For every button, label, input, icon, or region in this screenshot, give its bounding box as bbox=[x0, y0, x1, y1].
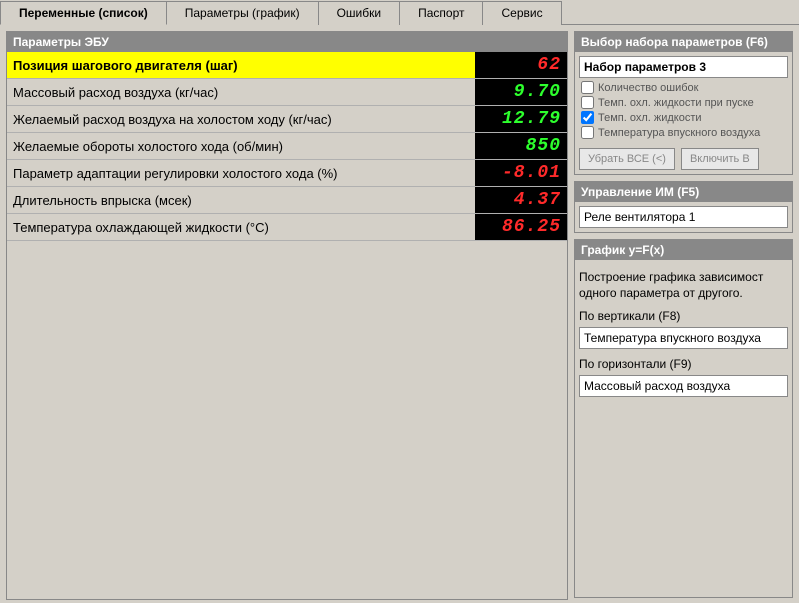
checkbox[interactable] bbox=[581, 81, 594, 94]
param-label: Параметр адаптации регулировки холостого… bbox=[7, 160, 475, 186]
param-label: Массовый расход воздуха (кг/час) bbox=[7, 79, 475, 105]
remove-all-button[interactable]: Убрать ВСЕ (<) bbox=[579, 148, 675, 170]
graph-title: График y=F(x) bbox=[575, 240, 792, 260]
param-set-title: Выбор набора параметров (F6) bbox=[575, 32, 792, 52]
im-control-panel: Управление ИМ (F5) Реле вентилятора 1 bbox=[574, 181, 793, 233]
main-body: Параметры ЭБУ Позиция шагового двигателя… bbox=[0, 25, 799, 603]
tab-parameters-graph[interactable]: Параметры (график) bbox=[166, 1, 319, 25]
param-value: 9.70 bbox=[475, 79, 567, 105]
param-row[interactable]: Желаемый расход воздуха на холостом ходу… bbox=[7, 106, 567, 133]
horizontal-axis-label: По горизонтали (F9) bbox=[579, 357, 788, 371]
param-row[interactable]: Желаемые обороты холостого хода (об/мин)… bbox=[7, 133, 567, 160]
param-value: 86.25 bbox=[475, 214, 567, 240]
param-value: 4.37 bbox=[475, 187, 567, 213]
param-label: Позиция шагового двигателя (шаг) bbox=[7, 52, 475, 78]
im-control-title: Управление ИМ (F5) bbox=[575, 182, 792, 202]
tab-passport[interactable]: Паспорт bbox=[399, 1, 483, 25]
horizontal-axis-dropdown[interactable]: Массовый расход воздуха bbox=[579, 375, 788, 397]
param-value: -8.01 bbox=[475, 160, 567, 186]
app-window: Переменные (список) Параметры (график) О… bbox=[0, 0, 799, 603]
param-check-item[interactable]: Темп. охл. жидкости bbox=[579, 110, 788, 125]
ecu-params-panel: Параметры ЭБУ Позиция шагового двигателя… bbox=[6, 31, 568, 600]
check-label: Темп. охл. жидкости при пуске bbox=[598, 97, 754, 109]
ecu-params-list: Позиция шагового двигателя (шаг)62Массов… bbox=[7, 52, 567, 599]
param-row[interactable]: Массовый расход воздуха (кг/час)9.70 bbox=[7, 79, 567, 106]
param-set-dropdown[interactable]: Набор параметров 3 bbox=[579, 56, 788, 78]
tab-variables-list[interactable]: Переменные (список) bbox=[0, 1, 167, 25]
ecu-params-title: Параметры ЭБУ bbox=[7, 32, 567, 52]
param-value: 850 bbox=[475, 133, 567, 159]
im-control-dropdown[interactable]: Реле вентилятора 1 bbox=[579, 206, 788, 228]
vertical-axis-label: По вертикали (F8) bbox=[579, 309, 788, 323]
param-row[interactable]: Параметр адаптации регулировки холостого… bbox=[7, 160, 567, 187]
tab-service[interactable]: Сервис bbox=[482, 1, 561, 25]
param-check-item[interactable]: Темп. охл. жидкости при пуске bbox=[579, 95, 788, 110]
vertical-axis-dropdown[interactable]: Температура впускного воздуха bbox=[579, 327, 788, 349]
tab-bar: Переменные (список) Параметры (график) О… bbox=[0, 0, 799, 25]
include-button[interactable]: Включить В bbox=[681, 148, 759, 170]
check-label: Темп. охл. жидкости bbox=[598, 112, 702, 124]
param-check-list: Количество ошибок Темп. охл. жидкости при… bbox=[579, 78, 788, 142]
graph-description: Построение графика зависимост одного пар… bbox=[579, 270, 788, 301]
param-label: Желаемый расход воздуха на холостом ходу… bbox=[7, 106, 475, 132]
graph-panel: График y=F(x) Построение графика зависим… bbox=[574, 239, 793, 598]
param-check-item[interactable]: Количество ошибок bbox=[579, 80, 788, 95]
param-value: 12.79 bbox=[475, 106, 567, 132]
param-row[interactable]: Длительность впрыска (мсек)4.37 bbox=[7, 187, 567, 214]
check-label: Количество ошибок bbox=[598, 82, 698, 94]
checkbox[interactable] bbox=[581, 126, 594, 139]
tab-errors[interactable]: Ошибки bbox=[318, 1, 401, 25]
checkbox[interactable] bbox=[581, 111, 594, 124]
param-row[interactable]: Позиция шагового двигателя (шаг)62 bbox=[7, 52, 567, 79]
checkbox[interactable] bbox=[581, 96, 594, 109]
check-label: Температура впускного воздуха bbox=[598, 127, 760, 139]
right-column: Выбор набора параметров (F6) Набор парам… bbox=[574, 31, 793, 598]
param-check-item[interactable]: Температура впускного воздуха bbox=[579, 125, 788, 140]
param-set-panel: Выбор набора параметров (F6) Набор парам… bbox=[574, 31, 793, 175]
param-value: 62 bbox=[475, 52, 567, 78]
param-label: Длительность впрыска (мсек) bbox=[7, 187, 475, 213]
param-label: Желаемые обороты холостого хода (об/мин) bbox=[7, 133, 475, 159]
param-label: Температура охлаждающей жидкости (°C) bbox=[7, 214, 475, 240]
param-row[interactable]: Температура охлаждающей жидкости (°C)86.… bbox=[7, 214, 567, 241]
